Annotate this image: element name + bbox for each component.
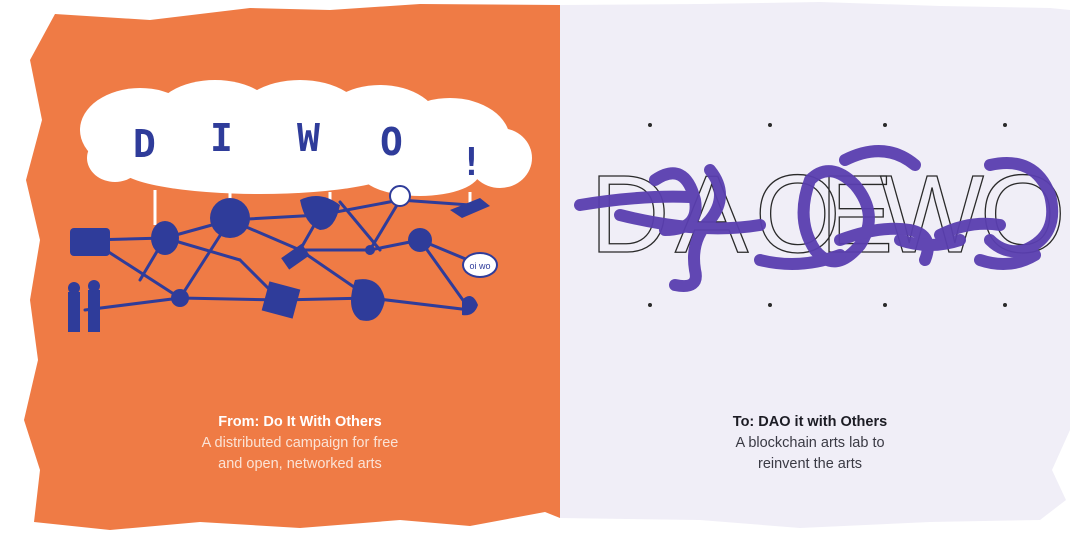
camera-icon bbox=[70, 228, 110, 256]
logo-letter-w: W bbox=[297, 116, 320, 160]
person-icon bbox=[68, 292, 80, 332]
right-caption-title: To: DAO it with Others bbox=[732, 414, 888, 430]
right-caption-line-1: A blockchain arts lab to bbox=[735, 435, 885, 451]
node-icon bbox=[365, 245, 375, 255]
logo-letter-d: D bbox=[133, 122, 156, 166]
portrait-icon bbox=[210, 198, 250, 238]
logo-letter-exclamation: ! bbox=[460, 140, 483, 184]
speech-bubble-text: oi wo bbox=[469, 261, 490, 271]
left-caption-line-2: and open, networked arts bbox=[218, 456, 382, 472]
diwo-to-daowo-banner: D I W O ! oi wo D A O E W O From: Do It … bbox=[0, 0, 1070, 534]
coin-icon bbox=[151, 221, 179, 255]
smiley-icon bbox=[389, 185, 411, 207]
head-icon bbox=[88, 280, 100, 292]
right-caption: To: DAO it with Others A blockchain arts… bbox=[630, 412, 990, 475]
gnu-icon bbox=[300, 196, 340, 230]
left-caption-title: From: Do It With Others bbox=[218, 414, 382, 430]
bug-icon bbox=[171, 289, 189, 307]
left-caption: From: Do It With Others A distributed ca… bbox=[120, 412, 480, 475]
network-illustration: oi wo bbox=[68, 185, 498, 332]
person-icon bbox=[88, 290, 100, 332]
logo-letter-i: I bbox=[210, 116, 233, 160]
daowo-logo: D A O E W O bbox=[574, 123, 1066, 307]
logo-letter-o: O bbox=[380, 120, 403, 164]
fist-icon bbox=[351, 279, 385, 321]
left-caption-line-1: A distributed campaign for free bbox=[201, 435, 399, 451]
face-icon bbox=[408, 228, 432, 252]
ear-icon bbox=[462, 296, 478, 316]
head-icon bbox=[68, 282, 80, 294]
right-caption-line-2: reinvent the arts bbox=[758, 456, 862, 472]
hand-icon bbox=[450, 198, 490, 218]
